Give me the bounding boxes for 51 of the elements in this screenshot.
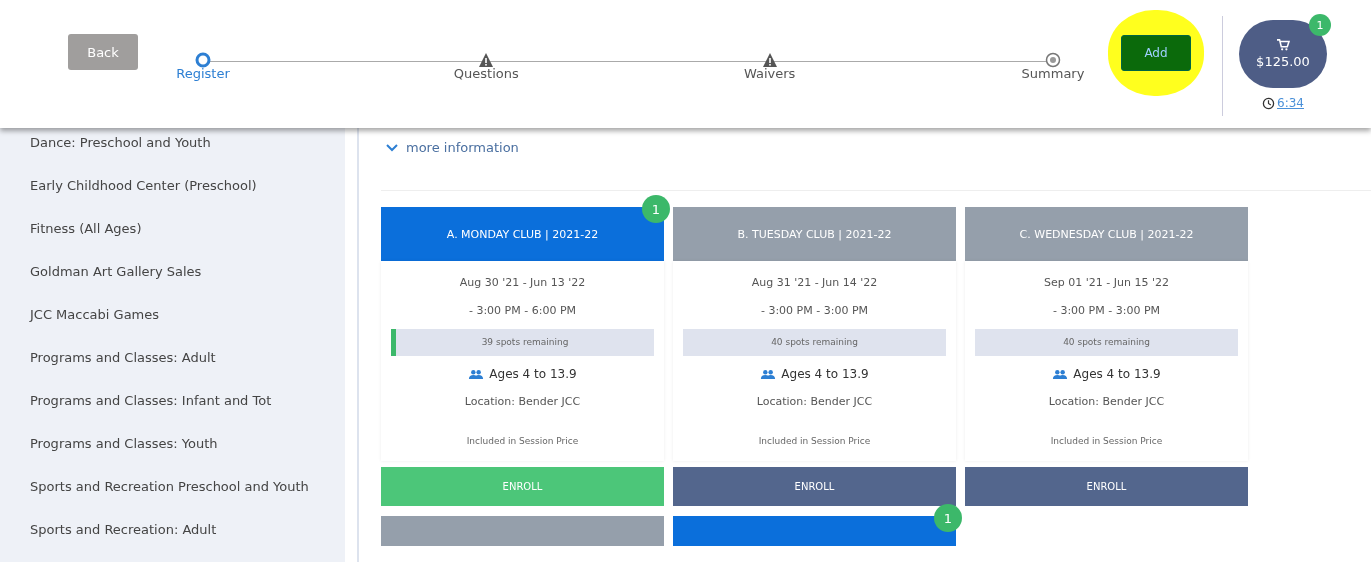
category-link[interactable]: Dance: Preschool and Youth xyxy=(0,128,345,171)
step-tab[interactable]: Questions xyxy=(441,52,532,81)
spots-bar: 40 spots remaining xyxy=(975,329,1238,356)
age-range: Ages 4 to 13.9 xyxy=(781,367,869,381)
enroll-button[interactable]: ENROLL xyxy=(965,467,1248,506)
price-note: Included in Session Price xyxy=(1050,436,1163,446)
location-text: Location: Bender JCC xyxy=(464,394,581,410)
add-button[interactable]: Add xyxy=(1121,35,1191,71)
category-link[interactable]: Fitness (All Ages) xyxy=(0,214,345,257)
age-range: Ages 4 to 13.9 xyxy=(489,367,577,381)
clock-icon xyxy=(1262,96,1275,110)
session-header[interactable] xyxy=(381,516,664,546)
count-badge: 1 xyxy=(1309,14,1331,36)
time-range: - 3:00 PM - 3:00 PM xyxy=(1052,303,1161,319)
age-range: Ages 4 to 13.9 xyxy=(1073,367,1161,381)
date-range: Sep 01 '21 - Jun 15 '22 xyxy=(1044,275,1169,291)
time-range: - 3:00 PM - 3:00 PM xyxy=(760,303,869,319)
location-text: Location: Bender JCC xyxy=(1048,394,1165,410)
step-tab[interactable]: Waivers xyxy=(724,52,815,81)
price-note: Included in Session Price xyxy=(758,436,871,446)
people-icon xyxy=(1052,368,1069,380)
step-tab[interactable]: Register xyxy=(158,52,248,81)
date-range: Aug 30 '21 - Jun 13 '22 xyxy=(459,275,586,291)
cart-icon xyxy=(1276,39,1290,51)
spots-bar: 39 spots remaining xyxy=(391,329,654,356)
category-link[interactable]: Sports and Recreation: Adult xyxy=(0,515,345,558)
category-link[interactable]: Programs and Classes: Infant and Tot xyxy=(0,386,345,429)
chevron-down-icon xyxy=(386,143,398,152)
circle-icon xyxy=(1045,52,1061,68)
location-text: Location: Bender JCC xyxy=(756,394,873,410)
enroll-button[interactable]: ENROLL xyxy=(673,467,956,506)
count-badge: 1 xyxy=(642,195,670,223)
step-tab[interactable]: Summary xyxy=(1008,52,1098,81)
ring-icon xyxy=(195,52,211,68)
count-badge: 1 xyxy=(934,504,962,532)
session-header[interactable] xyxy=(673,516,956,546)
category-link[interactable]: Goldman Art Gallery Sales xyxy=(0,257,345,300)
category-link[interactable]: Programs and Classes: Adult xyxy=(0,343,345,386)
warning-icon xyxy=(478,52,495,68)
people-icon xyxy=(760,368,777,380)
more-information-link[interactable]: more information xyxy=(381,140,524,155)
warning-icon xyxy=(761,52,778,68)
category-link[interactable]: Programs and Classes: Youth xyxy=(0,429,345,472)
people-icon xyxy=(468,368,485,380)
category-link[interactable]: JCC Maccabi Games xyxy=(0,300,345,343)
time-range: - 3:00 PM - 6:00 PM xyxy=(468,303,577,319)
category-link[interactable]: Early Childhood Center (Preschool) xyxy=(0,171,345,214)
spots-bar: 40 spots remaining xyxy=(683,329,946,356)
price-note: Included in Session Price xyxy=(466,436,579,446)
date-range: Aug 31 '21 - Jun 14 '22 xyxy=(751,275,878,291)
category-link[interactable]: Sports and Recreation Preschool and Youth xyxy=(0,472,345,515)
